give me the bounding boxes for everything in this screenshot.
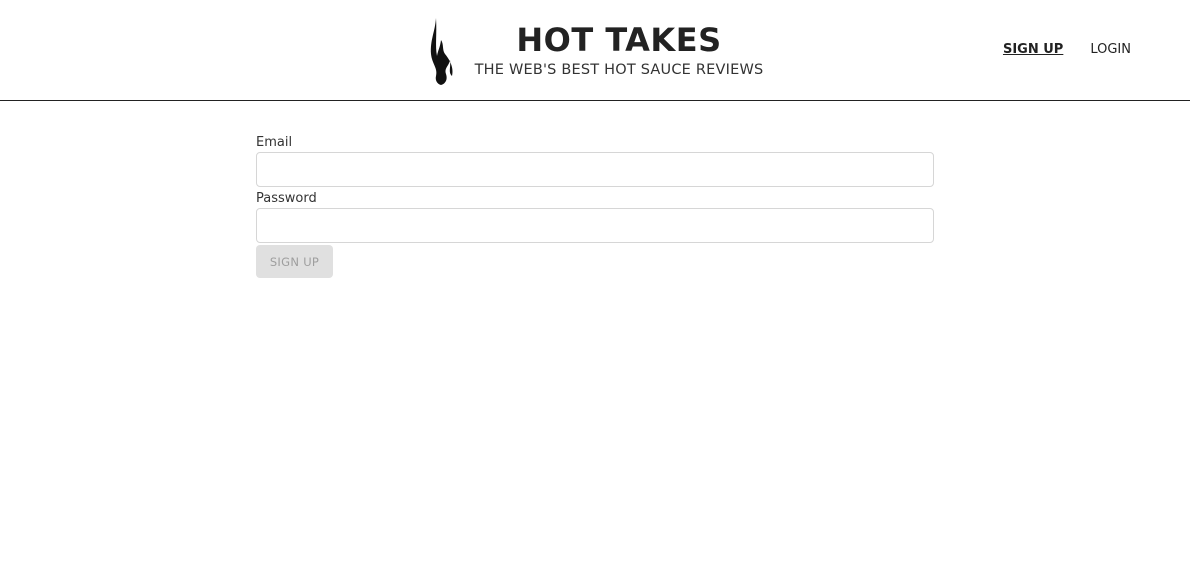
site-title: HOT TAKES <box>516 21 722 59</box>
site-subtitle: THE WEB'S BEST HOT SAUCE REVIEWS <box>474 62 764 78</box>
nav-signup-link[interactable]: SIGN UP <box>1003 42 1063 57</box>
main-nav: SIGN UP LOGIN <box>1003 42 1131 57</box>
signup-form: Email Password SIGN UP <box>256 133 934 278</box>
flame-icon <box>430 18 453 85</box>
brand[interactable]: HOT TAKES THE WEB'S BEST HOT SAUCE REVIE… <box>472 20 766 80</box>
password-field[interactable] <box>256 208 934 243</box>
nav-login-link[interactable]: LOGIN <box>1090 42 1131 57</box>
signup-button[interactable]: SIGN UP <box>256 245 333 278</box>
site-header: HOT TAKES THE WEB'S BEST HOT SAUCE REVIE… <box>0 0 1190 101</box>
email-label: Email <box>256 135 293 150</box>
password-label: Password <box>256 191 317 206</box>
email-field[interactable] <box>256 152 934 187</box>
